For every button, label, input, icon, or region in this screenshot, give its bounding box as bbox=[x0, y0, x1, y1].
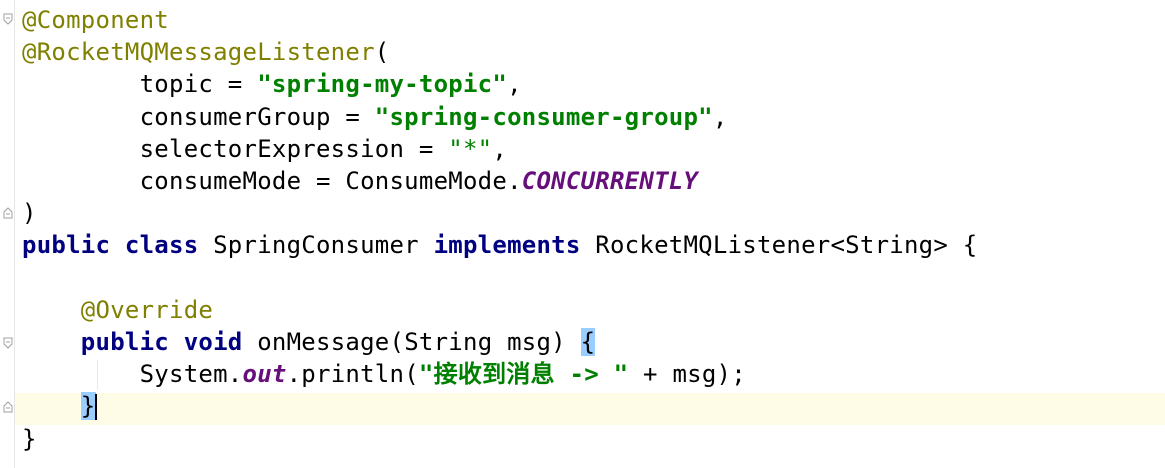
code-token: , bbox=[507, 70, 522, 98]
code-token: SpringConsumer bbox=[198, 231, 434, 259]
code-line[interactable]: public void onMessage(String msg) { bbox=[22, 326, 596, 358]
code-token: public class bbox=[22, 231, 199, 259]
code-token: , bbox=[492, 135, 508, 163]
code-line[interactable]: ) bbox=[22, 197, 37, 229]
matched-brace: } bbox=[80, 392, 96, 420]
code-token: "spring-consumer-group" bbox=[374, 103, 713, 131]
code-line[interactable]: @RocketMQMessageListener( bbox=[22, 36, 389, 68]
code-line[interactable]: topic = "spring-my-topic", bbox=[22, 68, 522, 100]
code-token: @Override bbox=[80, 296, 214, 324]
fold-open-icon[interactable] bbox=[3, 337, 13, 349]
code-token: "*" bbox=[448, 135, 493, 163]
code-token: out bbox=[242, 360, 287, 388]
code-editor[interactable]: @Component @RocketMQMessageListener( topi… bbox=[0, 0, 1165, 468]
code-token: consumerGroup = bbox=[22, 103, 375, 131]
code-token: onMessage(String msg) bbox=[242, 328, 581, 356]
code-token: implements bbox=[433, 231, 581, 259]
code-line[interactable]: System.out.println("接收到消息 -> " + msg); bbox=[22, 358, 746, 390]
code-token: , bbox=[712, 103, 728, 131]
code-line[interactable]: selectorExpression = "*", bbox=[22, 133, 507, 165]
code-token: System. bbox=[22, 360, 243, 388]
fold-close-icon[interactable] bbox=[3, 207, 13, 219]
code-line[interactable]: } bbox=[22, 390, 97, 422]
code-token: selectorExpression = bbox=[22, 135, 449, 163]
fold-open-icon[interactable] bbox=[3, 13, 13, 25]
code-token: topic = bbox=[22, 70, 258, 98]
code-token: .println( bbox=[286, 360, 419, 388]
code-token: CONCURRENTLY bbox=[521, 167, 699, 195]
fold-close-icon[interactable] bbox=[3, 401, 13, 413]
code-token: ( bbox=[374, 38, 390, 66]
current-line-highlight bbox=[15, 393, 1165, 425]
code-line[interactable]: public class SpringConsumer implements R… bbox=[22, 229, 977, 261]
code-line[interactable]: @Component bbox=[22, 4, 169, 36]
code-line[interactable]: consumerGroup = "spring-consumer-group", bbox=[22, 101, 728, 133]
code-token: "接收到消息 -> " bbox=[418, 360, 629, 388]
code-token: + msg); bbox=[628, 360, 746, 388]
text-caret bbox=[94, 394, 97, 420]
code-token: RocketMQListener<String> { bbox=[580, 231, 978, 259]
code-token: @RocketMQMessageListener bbox=[22, 38, 375, 66]
code-line[interactable]: @Override bbox=[22, 294, 213, 326]
code-token: } bbox=[22, 425, 37, 453]
code-line[interactable]: } bbox=[22, 423, 37, 455]
matched-brace: { bbox=[580, 328, 596, 356]
code-token: ) bbox=[22, 199, 37, 227]
code-token: public void bbox=[80, 328, 243, 356]
code-line[interactable]: consumeMode = ConsumeMode.CONCURRENTLY bbox=[22, 165, 698, 197]
code-token: @Component bbox=[22, 6, 169, 34]
editor-gutter bbox=[0, 0, 14, 468]
code-token: "spring-my-topic" bbox=[257, 70, 508, 98]
code-token: consumeMode = ConsumeMode. bbox=[22, 167, 522, 195]
